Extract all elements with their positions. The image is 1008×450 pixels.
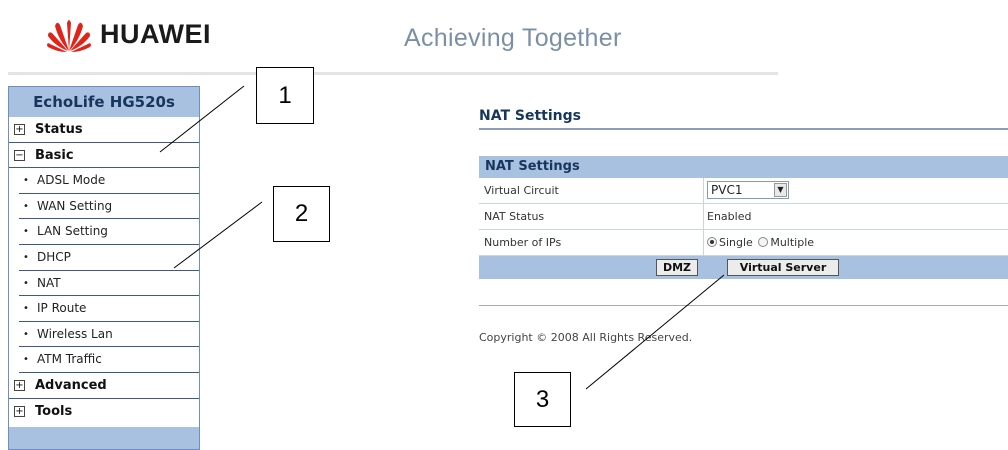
callout-1: 1 bbox=[256, 67, 314, 124]
callout-3-leader bbox=[585, 274, 725, 390]
callout-leader-lines bbox=[159, 85, 725, 390]
callout-1-leader bbox=[159, 85, 245, 153]
callout-3: 3 bbox=[514, 372, 571, 427]
callout-2: 2 bbox=[273, 186, 330, 242]
callout-2-leader bbox=[173, 201, 263, 269]
